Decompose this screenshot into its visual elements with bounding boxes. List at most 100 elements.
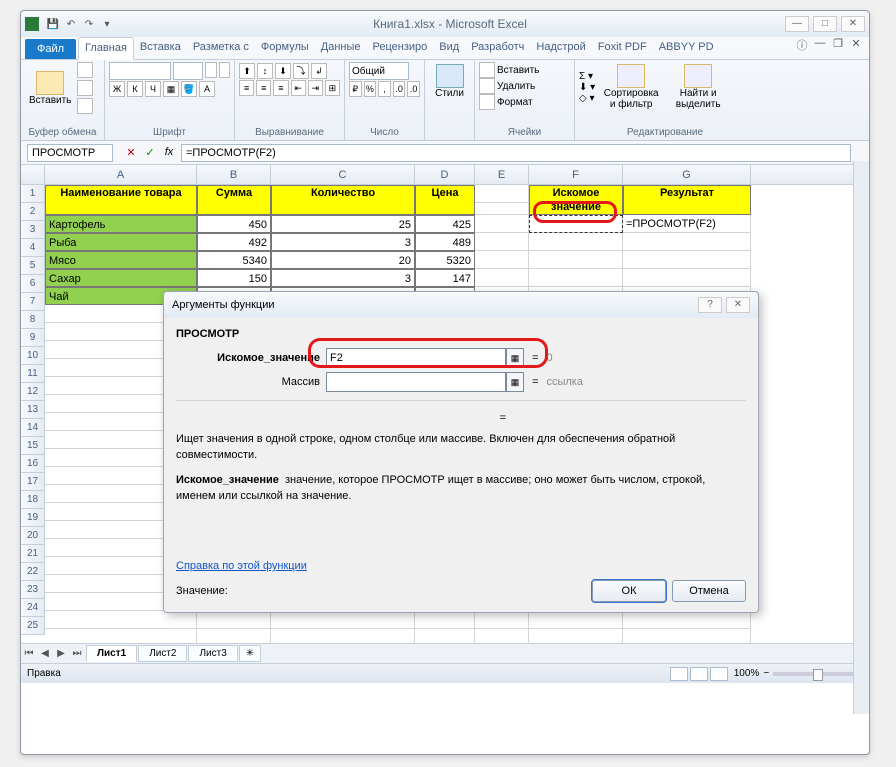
range-picker-icon[interactable]: ▦: [506, 372, 524, 392]
cell[interactable]: 25: [271, 215, 415, 233]
name-box[interactable]: ПРОСМОТР: [27, 144, 113, 162]
close-button[interactable]: ✕: [841, 16, 865, 32]
format-painter-icon[interactable]: [77, 98, 93, 114]
cell[interactable]: 20: [271, 251, 415, 269]
format-cells-button[interactable]: Формат: [479, 94, 570, 110]
cell[interactable]: 150: [197, 269, 271, 287]
confirm-formula-icon[interactable]: ✓: [142, 146, 158, 159]
row-header[interactable]: 11: [21, 365, 45, 383]
minimize-button[interactable]: —: [785, 16, 809, 32]
bold-button[interactable]: Ж: [109, 81, 125, 97]
col-header[interactable]: D: [415, 165, 475, 184]
row-header[interactable]: 7: [21, 293, 45, 311]
cell[interactable]: Количество: [271, 185, 415, 215]
col-header[interactable]: C: [271, 165, 415, 184]
delete-cells-button[interactable]: Удалить: [479, 78, 570, 94]
row-header[interactable]: 13: [21, 401, 45, 419]
undo-icon[interactable]: ↶: [63, 16, 79, 32]
col-header[interactable]: B: [197, 165, 271, 184]
tab-abbyy[interactable]: ABBYY PD: [653, 37, 720, 59]
row-header[interactable]: 17: [21, 473, 45, 491]
sheet-tab[interactable]: Лист1: [86, 645, 137, 662]
select-all-corner[interactable]: [21, 165, 45, 184]
wrap-text-icon[interactable]: ↲: [311, 63, 327, 79]
align-center-icon[interactable]: ≡: [256, 80, 271, 96]
cell[interactable]: 147: [415, 269, 475, 287]
save-icon[interactable]: 💾: [45, 16, 61, 32]
zoom-level[interactable]: 100%: [734, 668, 760, 679]
cell[interactable]: Искомое значение: [529, 185, 623, 215]
align-middle-icon[interactable]: ↕: [257, 63, 273, 79]
cell[interactable]: [475, 251, 529, 269]
percent-icon[interactable]: %: [364, 81, 377, 97]
cut-icon[interactable]: [77, 62, 93, 78]
col-header[interactable]: F: [529, 165, 623, 184]
fx-icon[interactable]: fx: [161, 146, 177, 159]
tab-layout[interactable]: Разметка с: [187, 37, 255, 59]
cell[interactable]: [529, 629, 623, 643]
cancel-formula-icon[interactable]: ✕: [123, 146, 139, 159]
row-header[interactable]: 12: [21, 383, 45, 401]
insert-cells-button[interactable]: Вставить: [479, 62, 570, 78]
cell[interactable]: Наименование товара: [45, 185, 197, 215]
autosum-icon[interactable]: Σ ▾: [579, 71, 595, 82]
new-sheet-icon[interactable]: ✳: [239, 645, 261, 662]
row-header[interactable]: 4: [21, 239, 45, 257]
row-header[interactable]: 20: [21, 527, 45, 545]
merge-button[interactable]: ⊞: [325, 80, 340, 96]
indent-dec-icon[interactable]: ⇤: [291, 80, 306, 96]
cell[interactable]: [475, 611, 529, 629]
row-header[interactable]: 14: [21, 419, 45, 437]
cell[interactable]: Результат: [623, 185, 751, 215]
clear-icon[interactable]: ◇ ▾: [579, 93, 595, 104]
page-layout-view-icon[interactable]: [690, 667, 708, 681]
tab-foxit[interactable]: Foxit PDF: [592, 37, 653, 59]
sheet-tab[interactable]: Лист2: [138, 645, 187, 662]
row-header[interactable]: 1: [21, 185, 45, 203]
cell[interactable]: 450: [197, 215, 271, 233]
cell[interactable]: [475, 269, 529, 287]
row-header[interactable]: 19: [21, 509, 45, 527]
paste-button[interactable]: Вставить: [25, 69, 75, 108]
cell[interactable]: [271, 629, 415, 643]
styles-button[interactable]: Стили: [429, 62, 470, 101]
row-header[interactable]: 22: [21, 563, 45, 581]
cell[interactable]: 425: [415, 215, 475, 233]
cell[interactable]: Сахар: [45, 269, 197, 287]
redo-icon[interactable]: ↷: [81, 16, 97, 32]
ribbon-help-icon[interactable]: ⓘ: [793, 37, 811, 59]
tab-insert[interactable]: Вставка: [134, 37, 187, 59]
tab-data[interactable]: Данные: [315, 37, 367, 59]
find-select-button[interactable]: Найти и выделить: [667, 62, 729, 112]
arg-input-lookup-value[interactable]: [326, 348, 506, 368]
fill-icon[interactable]: ⬇ ▾: [579, 82, 595, 93]
normal-view-icon[interactable]: [670, 667, 688, 681]
cell[interactable]: Цена: [415, 185, 475, 215]
zoom-out-icon[interactable]: −: [763, 668, 769, 679]
cell[interactable]: [529, 215, 623, 233]
grow-font-icon[interactable]: [205, 62, 217, 78]
range-picker-icon[interactable]: ▦: [506, 348, 524, 368]
cell[interactable]: Сумма: [197, 185, 271, 215]
cell[interactable]: [529, 233, 623, 251]
cell[interactable]: Рыба: [45, 233, 197, 251]
next-sheet-icon[interactable]: ▶: [53, 648, 69, 659]
cell[interactable]: [415, 611, 475, 629]
row-header[interactable]: 23: [21, 581, 45, 599]
cell[interactable]: 489: [415, 233, 475, 251]
currency-icon[interactable]: ₽: [349, 81, 362, 97]
italic-button[interactable]: К: [127, 81, 143, 97]
dialog-titlebar[interactable]: Аргументы функции ? ✕: [164, 292, 758, 318]
cell[interactable]: [475, 215, 529, 233]
tab-view[interactable]: Вид: [433, 37, 465, 59]
tab-addins[interactable]: Надстрой: [530, 37, 591, 59]
row-header[interactable]: 24: [21, 599, 45, 617]
cell[interactable]: [529, 269, 623, 287]
cell[interactable]: [529, 611, 623, 629]
cell[interactable]: [475, 185, 529, 215]
cell[interactable]: Мясо: [45, 251, 197, 269]
help-link[interactable]: Справка по этой функции: [176, 560, 307, 572]
cell[interactable]: [45, 611, 197, 629]
arg-input-array[interactable]: [326, 372, 506, 392]
qat-dropdown-icon[interactable]: ▾: [99, 16, 115, 32]
